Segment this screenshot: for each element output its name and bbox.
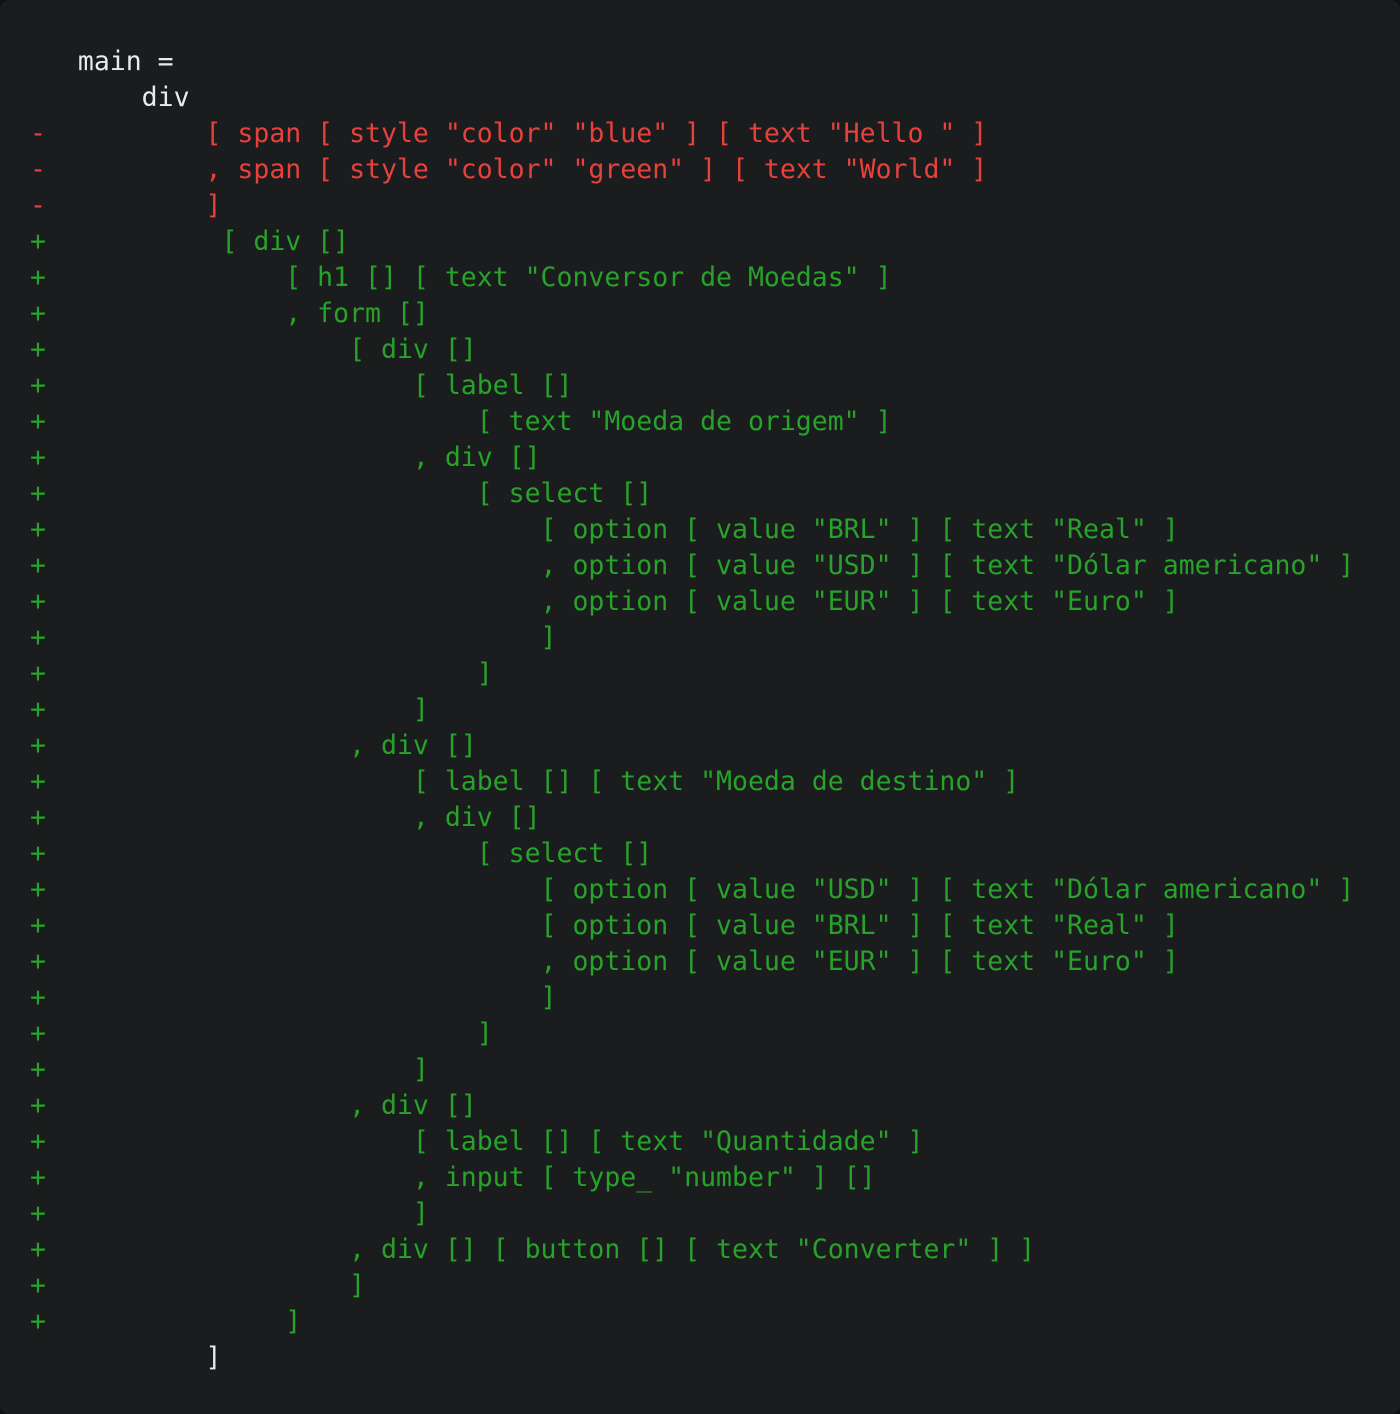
diff-code-block[interactable]: main = div - [ span [ style "color" "blue… bbox=[0, 44, 1400, 1376]
diff-line: - , span [ style "color" "green" ] [ tex… bbox=[30, 154, 988, 185]
diff-line: + ] bbox=[30, 1270, 366, 1301]
diff-line: + ] bbox=[30, 622, 557, 653]
diff-line: + [ option [ value "USD" ] [ text "Dólar… bbox=[30, 874, 1355, 905]
diff-line: - ] bbox=[30, 190, 222, 221]
diff-line: + , div [] bbox=[30, 442, 541, 473]
diff-line: + [ label [] bbox=[30, 370, 573, 401]
diff-line: + , option [ value "EUR" ] [ text "Euro"… bbox=[30, 586, 1179, 617]
diff-line: + , div [] bbox=[30, 1090, 477, 1121]
diff-line: + ] bbox=[30, 1018, 493, 1049]
diff-line: div bbox=[30, 82, 190, 113]
diff-line: + , option [ value "EUR" ] [ text "Euro"… bbox=[30, 946, 1179, 977]
diff-line: + [ select [] bbox=[30, 478, 653, 509]
diff-line: + [ option [ value "BRL" ] [ text "Real"… bbox=[30, 514, 1179, 545]
diff-line: + ] bbox=[30, 1198, 429, 1229]
diff-line: + ] bbox=[30, 1054, 429, 1085]
diff-line: + [ text "Moeda de origem" ] bbox=[30, 406, 892, 437]
diff-line: + [ label [] [ text "Moeda de destino" ] bbox=[30, 766, 1020, 797]
diff-line: + , div [] bbox=[30, 802, 541, 833]
diff-line: + [ h1 [] [ text "Conversor de Moedas" ] bbox=[30, 262, 892, 293]
diff-line: + , input [ type_ "number" ] [] bbox=[30, 1162, 876, 1193]
diff-line: + ] bbox=[30, 658, 493, 689]
diff-line: + , div [] [ button [] [ text "Converter… bbox=[30, 1234, 1036, 1265]
diff-line: + , option [ value "USD" ] [ text "Dólar… bbox=[30, 550, 1355, 581]
diff-line: + [ label [] [ text "Quantidade" ] bbox=[30, 1126, 924, 1157]
code-diff-viewer[interactable]: main = div - [ span [ style "color" "blue… bbox=[0, 0, 1400, 1414]
diff-line: + ] bbox=[30, 982, 557, 1013]
diff-line: + [ div [] bbox=[30, 226, 350, 257]
diff-line: + [ div [] bbox=[30, 334, 477, 365]
diff-line: + , div [] bbox=[30, 730, 477, 761]
diff-line: + ] bbox=[30, 694, 429, 725]
diff-line: main = bbox=[30, 46, 174, 77]
diff-line: ] bbox=[30, 1342, 222, 1373]
diff-line: + [ option [ value "BRL" ] [ text "Real"… bbox=[30, 910, 1179, 941]
diff-line: + ] bbox=[30, 1306, 302, 1337]
diff-line: + [ select [] bbox=[30, 838, 653, 869]
diff-line: - [ span [ style "color" "blue" ] [ text… bbox=[30, 118, 988, 149]
diff-line: + , form [] bbox=[30, 298, 429, 329]
